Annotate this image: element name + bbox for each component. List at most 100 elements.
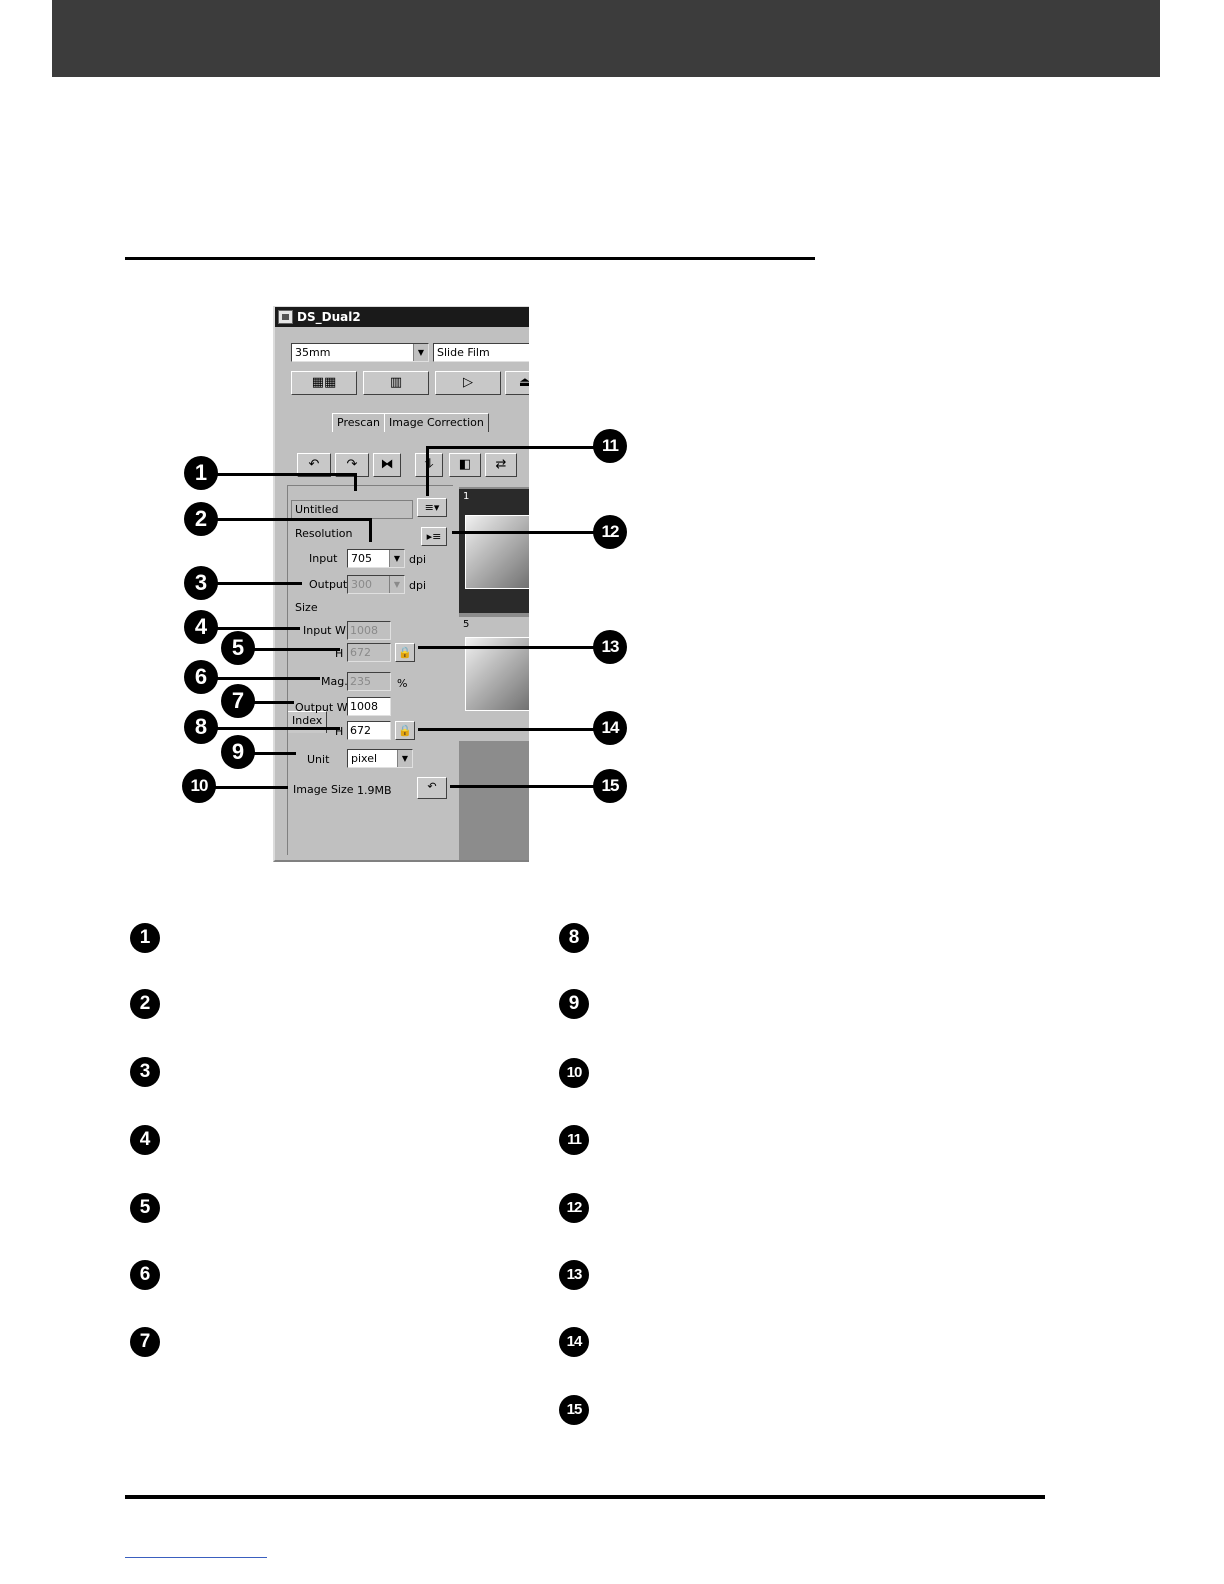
frame-number: 5 — [463, 619, 470, 630]
tab-prescan[interactable]: Prescan — [332, 413, 385, 432]
leader-line — [418, 728, 610, 731]
select-all-icon: ◧ — [458, 457, 472, 472]
thumbnail-frame[interactable]: 1 — [459, 489, 529, 613]
output-resolution-select[interactable]: 300 ▼ — [347, 575, 405, 594]
callout-6: 6 — [184, 660, 218, 694]
reset-button[interactable]: ↶ — [417, 777, 447, 799]
input-width-field[interactable]: 1008 — [347, 621, 391, 640]
resolution-label: Resolution — [295, 527, 353, 540]
leader-line — [200, 727, 340, 730]
flip-vertical-button[interactable]: ⥮ — [415, 453, 443, 477]
swap-icon: ⇄ — [495, 457, 507, 472]
leader-line — [452, 531, 610, 534]
input-resolution-select[interactable]: 705 ▼ — [347, 549, 405, 568]
legend-number: 13 — [559, 1260, 589, 1290]
film-format-value: 35mm — [295, 346, 331, 359]
magnification-field[interactable]: 235 — [347, 672, 391, 691]
lock-icon: 🔒 — [398, 646, 412, 659]
input-height-field[interactable]: 672 — [347, 643, 391, 662]
prescan-icon: ▥ — [389, 375, 403, 390]
output-lock-button[interactable]: 🔒 — [395, 721, 415, 740]
magnification-label: Mag. — [321, 675, 348, 688]
callout-3: 3 — [184, 566, 218, 600]
image-size-label: Image Size — [293, 783, 354, 796]
swap-button[interactable]: ⇄ — [485, 453, 517, 477]
eject-icon: ⏏ — [519, 375, 529, 390]
lock-icon: 🔒 — [398, 724, 412, 737]
frame-number: 1 — [463, 491, 470, 502]
legend-number: 15 — [559, 1395, 589, 1425]
filmstrip-icon: ▦▦ — [311, 375, 337, 390]
load-job-button[interactable]: ▸≡ — [421, 527, 447, 546]
thumbnail-image — [465, 515, 529, 589]
callout-9: 9 — [221, 735, 255, 769]
input-unit-label: dpi — [409, 553, 427, 566]
legend-number: 7 — [130, 1327, 160, 1357]
select-all-button[interactable]: ◧ — [449, 453, 481, 477]
callout-1: 1 — [184, 456, 218, 490]
output-resolution-value: 300 — [351, 578, 372, 591]
eject-button[interactable]: ⏏ — [505, 371, 529, 395]
legend-number: 6 — [130, 1260, 160, 1290]
job-name-field[interactable]: Untitled — [291, 500, 413, 519]
legend-number: 2 — [130, 989, 160, 1019]
callout-11: 11 — [593, 429, 627, 463]
callout-4: 4 — [184, 610, 218, 644]
footer-link-underline — [125, 1557, 267, 1558]
output-unit-label: dpi — [409, 579, 427, 592]
output-width-field[interactable]: 1008 — [347, 697, 391, 716]
legend-number: 14 — [559, 1327, 589, 1357]
window-title: DS_Dual2 — [297, 310, 361, 324]
rotate-left-icon: ↶ — [308, 457, 320, 472]
legend-number: 12 — [559, 1193, 589, 1223]
index-scan-button[interactable]: ▦▦ — [291, 371, 357, 395]
leader-line — [426, 446, 429, 496]
output-resolution-label: Output — [309, 578, 348, 591]
callout-12: 12 — [593, 515, 627, 549]
input-width-label: Input W — [303, 624, 346, 637]
job-name-value: Untitled — [295, 503, 339, 516]
header-bar — [52, 0, 1160, 77]
thumbnail-frame[interactable]: 5 — [459, 617, 529, 741]
leader-line — [418, 646, 610, 649]
size-label: Size — [295, 601, 318, 614]
input-resolution-value: 705 — [351, 552, 372, 565]
input-resolution-label: Input — [309, 552, 338, 565]
leader-line — [369, 518, 372, 542]
callout-2: 2 — [184, 502, 218, 536]
input-lock-button[interactable]: 🔒 — [395, 643, 415, 662]
load-list-icon: ▸≡ — [426, 530, 442, 543]
callout-10: 10 — [182, 769, 216, 803]
legend-number: 1 — [130, 923, 160, 953]
leader-line — [354, 473, 357, 491]
job-menu-button[interactable]: ≡▾ — [417, 498, 447, 517]
legend-number: 5 — [130, 1193, 160, 1223]
leader-line — [450, 785, 610, 788]
legend-number: 4 — [130, 1125, 160, 1155]
callout-8: 8 — [184, 710, 218, 744]
leader-line — [200, 473, 356, 476]
leader-line — [428, 446, 610, 449]
output-width-label: Output W — [295, 701, 348, 714]
flip-horizontal-button[interactable]: ⧓ — [373, 453, 401, 477]
chevron-down-icon: ▼ — [389, 550, 404, 567]
film-format-select[interactable]: 35mm ▼ — [291, 343, 429, 362]
output-height-field[interactable]: 672 — [347, 721, 391, 740]
unit-select[interactable]: pixel ▼ — [347, 749, 413, 768]
film-type-select[interactable]: Slide Film — [433, 343, 529, 362]
callout-5: 5 — [221, 631, 255, 665]
legend-number: 9 — [559, 989, 589, 1019]
scan-button[interactable]: ▷ — [435, 371, 501, 395]
tab-image-correction[interactable]: Image Correction — [384, 413, 489, 432]
unit-label: Unit — [307, 753, 330, 766]
scanner-window: DS_Dual2 35mm ▼ Slide Film ▦▦ ▥ ▷ ⏏ Inde… — [273, 306, 529, 862]
legend-number: 11 — [559, 1125, 589, 1155]
section-rule — [125, 257, 815, 260]
leader-line — [200, 677, 320, 680]
thumbnail-area: 1 5 — [459, 487, 529, 860]
window-title-bar: DS_Dual2 — [275, 307, 529, 327]
leader-line — [200, 518, 372, 521]
magnification-unit: % — [397, 677, 408, 690]
callout-13: 13 — [593, 630, 627, 664]
prescan-button[interactable]: ▥ — [363, 371, 429, 395]
